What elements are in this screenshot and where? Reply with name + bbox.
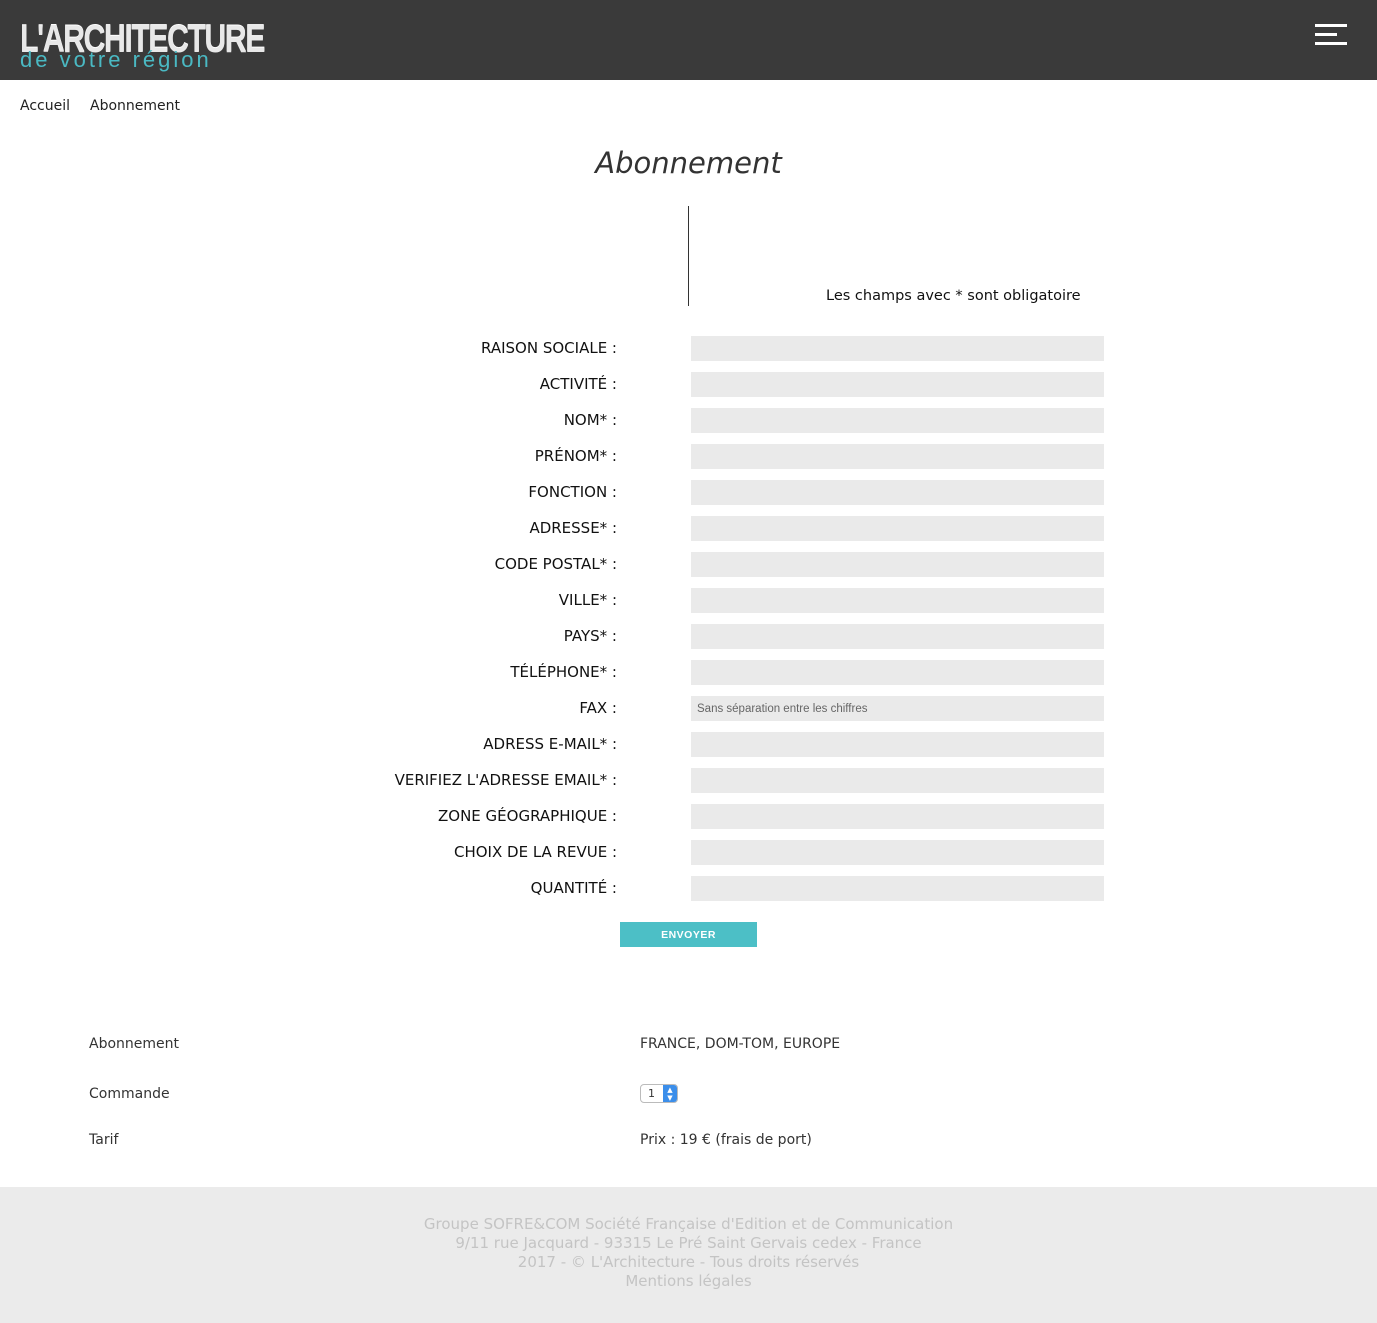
field-label: CODE POSTAL* :: [494, 555, 617, 573]
choix-revue-input[interactable]: [691, 840, 1104, 865]
field-label: ZONE GÉOGRAPHIQUE :: [438, 807, 617, 825]
field-label: ADRESS E-MAIL* :: [483, 735, 617, 753]
field-label: ACTIVITÉ :: [539, 375, 617, 393]
field-label: RAISON SOCIALE :: [481, 339, 617, 357]
summary-label: Commande: [89, 1086, 170, 1102]
field-label: VERIFIEZ L'ADRESSE EMAIL* :: [394, 771, 617, 789]
ville-input[interactable]: [691, 588, 1104, 613]
hamburger-menu-icon[interactable]: [1310, 20, 1350, 50]
form-row-prenom: PRÉNOM* :: [0, 444, 1377, 470]
footer-text: Groupe SOFRE&COM Société Française d'Edi…: [0, 1215, 1377, 1291]
field-label: QUANTITÉ :: [530, 879, 617, 897]
pays-input[interactable]: [691, 624, 1104, 649]
summary-row-price: Tarif Prix : 19 € (frais de port): [0, 1132, 1377, 1156]
form-row-email-verify: VERIFIEZ L'ADRESSE EMAIL* :: [0, 768, 1377, 794]
zone-geographique-input[interactable]: [691, 804, 1104, 829]
form-row-raison-sociale: RAISON SOCIALE :: [0, 336, 1377, 362]
breadcrumb-current-abonnement: Abonnement: [90, 98, 181, 114]
site-footer: Groupe SOFRE&COM Société Française d'Edi…: [0, 1187, 1377, 1323]
form-row-email: ADRESS E-MAIL* :: [0, 732, 1377, 758]
summary-label: Abonnement: [89, 1036, 180, 1052]
form-row-code-postal: CODE POSTAL* :: [0, 552, 1377, 578]
nom-input[interactable]: [691, 408, 1104, 433]
chevron-up-down-icon: ▲ ▼: [663, 1085, 677, 1102]
breadcrumb: Accueil Abonnement: [20, 98, 180, 114]
quantity-select[interactable]: 1 ▲ ▼: [640, 1084, 678, 1103]
footer-company: Groupe SOFRE&COM Société Française d'Edi…: [423, 1215, 954, 1233]
summary-value: FRANCE, DOM-TOM, EUROPE: [640, 1036, 841, 1052]
divider-line: [688, 206, 689, 306]
field-label: FAX :: [579, 699, 617, 717]
telephone-input[interactable]: [691, 660, 1104, 685]
activite-input[interactable]: [691, 372, 1104, 397]
footer-address: 9/11 rue Jacquard - 93315 Le Pré Saint G…: [455, 1234, 922, 1252]
site-logo[interactable]: L'ARCHITECTURE de votre région: [20, 18, 266, 72]
form-row-ville: VILLE* :: [0, 588, 1377, 614]
email-verify-input[interactable]: [691, 768, 1104, 793]
form-row-pays: PAYS* :: [0, 624, 1377, 650]
field-label: VILLE* :: [558, 591, 617, 609]
footer-legal-link[interactable]: Mentions légales: [0, 1272, 1377, 1291]
fax-input[interactable]: [691, 696, 1104, 721]
form-row-zone: ZONE GÉOGRAPHIQUE :: [0, 804, 1377, 830]
quantite-input[interactable]: [691, 876, 1104, 901]
form-row-telephone: TÉLÉPHONE* :: [0, 660, 1377, 686]
submit-button[interactable]: ENVOYER: [620, 922, 757, 947]
page-title: Abonnement: [595, 146, 782, 180]
summary-label: Tarif: [89, 1132, 119, 1148]
form-row-revue: CHOIX DE LA REVUE :: [0, 840, 1377, 866]
summary-row-subscription: Abonnement FRANCE, DOM-TOM, EUROPE: [0, 1036, 1377, 1060]
field-label: TÉLÉPHONE* :: [510, 663, 617, 681]
site-header: L'ARCHITECTURE de votre région: [0, 0, 1377, 80]
field-label: NOM* :: [563, 411, 617, 429]
form-row-fax: FAX :: [0, 696, 1377, 722]
field-label: PRÉNOM* :: [534, 447, 617, 465]
quantity-value: 1: [648, 1087, 655, 1100]
prenom-input[interactable]: [691, 444, 1104, 469]
field-label: CHOIX DE LA REVUE :: [454, 843, 617, 861]
summary-row-order: Commande 1 ▲ ▼: [0, 1084, 1377, 1110]
form-row-nom: NOM* :: [0, 408, 1377, 434]
fonction-input[interactable]: [691, 480, 1104, 505]
summary-value: Prix : 19 € (frais de port): [640, 1132, 812, 1148]
required-fields-note: Les champs avec * sont obligatoire: [826, 288, 1081, 304]
raison-sociale-input[interactable]: [691, 336, 1104, 361]
field-label: FONCTION :: [528, 483, 617, 501]
breadcrumb-link-accueil[interactable]: Accueil: [20, 98, 70, 114]
form-row-fonction: FONCTION :: [0, 480, 1377, 506]
field-label: ADRESSE* :: [529, 519, 617, 537]
field-label: PAYS* :: [563, 627, 617, 645]
form-row-quantite: QUANTITÉ :: [0, 876, 1377, 902]
email-input[interactable]: [691, 732, 1104, 757]
adresse-input[interactable]: [691, 516, 1104, 541]
form-row-activite: ACTIVITÉ :: [0, 372, 1377, 398]
logo-sub-text: de votre région: [20, 47, 212, 72]
code-postal-input[interactable]: [691, 552, 1104, 577]
form-row-adresse: ADRESSE* :: [0, 516, 1377, 542]
footer-copyright: 2017 - © L'Architecture - Tous droits ré…: [517, 1253, 860, 1271]
